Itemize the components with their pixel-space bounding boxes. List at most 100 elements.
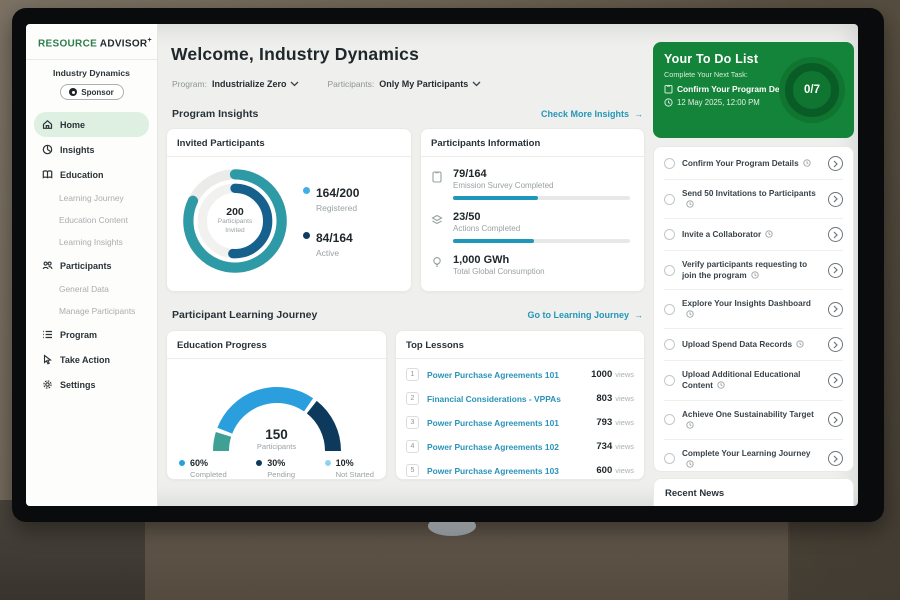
chevron-right-icon [833,376,838,384]
sidebar-item-label: Home [60,120,85,130]
program-dropdown[interactable]: Program: Industrialize Zero [172,79,299,89]
check-more-insights-link[interactable]: Check More Insights → [541,109,643,119]
lightbulb-icon [431,256,443,269]
todo-task-row: Explore Your Insights Dashboard [664,290,843,329]
task-open-button[interactable] [828,451,843,466]
top-lessons-card: Top Lessons 1 Power Purchase Agreements … [395,330,645,480]
lesson-views: 793 [596,417,612,428]
arrow-right-icon: → [634,310,643,320]
legend-label: Completed [190,470,227,479]
sidebar-divider [26,59,157,60]
clock-icon [686,200,694,208]
task-open-button[interactable] [828,302,843,317]
progress-fill [453,196,538,200]
chevron-down-icon [472,81,481,87]
sidebar-item-insights[interactable]: Insights [34,137,149,162]
task-open-button[interactable] [828,412,843,427]
lesson-link[interactable]: Power Purchase Agreements 101 [427,418,596,428]
sponsor-icon [69,88,77,96]
card-title: Invited Participants [177,138,401,149]
legend-label: Pending [267,470,295,479]
task-checkbox[interactable] [664,229,675,240]
invited-donut-chart: 200 ParticipantsInvited [179,165,291,277]
task-open-button[interactable] [828,263,843,278]
task-label: Upload Additional Educational Content [682,370,800,390]
book-icon [42,169,53,180]
sponsor-label: Sponsor [81,88,113,97]
task-open-button[interactable] [828,337,843,352]
participants-icon [42,260,53,271]
stat-label: Emission Survey Completed [453,181,630,190]
card-title: Education Progress [177,340,376,351]
sidebar-item-label: Participants [60,261,112,271]
stat-actions-completed: 23/50 Actions Completed [431,211,634,243]
task-checkbox[interactable] [664,158,675,169]
sidebar-item-label: Program [60,330,97,340]
task-open-button[interactable] [828,192,843,207]
chevron-down-icon [290,81,299,87]
lesson-views: 803 [596,393,612,404]
task-checkbox[interactable] [664,265,675,276]
todo-task-row: Verify participants requesting to join t… [664,251,843,290]
clock-icon [717,381,725,389]
sidebar-item-take-action[interactable]: Take Action [34,347,149,372]
participants-dropdown[interactable]: Participants: Only My Participants [327,79,481,89]
task-checkbox[interactable] [664,339,675,350]
task-checkbox[interactable] [664,304,675,315]
sidebar-item-education-content[interactable]: Education Content [34,209,149,231]
sidebar-item-home[interactable]: Home [34,112,149,137]
todo-task-row: Upload Spend Data Records [664,329,843,361]
task-open-button[interactable] [828,156,843,171]
gauge-center-label: Participants [197,442,357,451]
legend-dot [303,187,310,194]
lesson-link[interactable]: Power Purchase Agreements 101 [427,370,591,380]
todo-tasks-card: Confirm Your Program Details Send 50 Inv… [653,146,854,472]
task-checkbox[interactable] [664,375,675,386]
sidebar-item-label: Learning Journey [59,193,124,203]
task-open-button[interactable] [828,373,843,388]
clock-icon [803,159,811,167]
page-title: Welcome, Industry Dynamics [171,44,419,65]
program-label: Program: [172,79,207,89]
invited-participants-card: Invited Participants 200 ParticipantsInv… [166,128,412,292]
sidebar-item-settings[interactable]: Settings [34,372,149,397]
lesson-link[interactable]: Power Purchase Agreements 102 [427,442,596,452]
lesson-link[interactable]: Financial Considerations - VPPAs [427,394,596,404]
todo-task-row: Complete Your Learning Journey [664,440,843,472]
sidebar-item-learning-insights[interactable]: Learning Insights [34,231,149,253]
stat-global-consumption: 1,000 GWh Total Global Consumption [431,254,634,276]
participants-value: Only My Participants [379,79,468,89]
lesson-link[interactable]: Power Purchase Agreements 103 [427,466,596,476]
sidebar-item-learning-journey[interactable]: Learning Journey [34,187,149,209]
brand-plus: + [147,37,151,44]
sidebar-item-label: Education Content [59,215,128,225]
lesson-views: 600 [596,465,612,476]
task-open-button[interactable] [828,227,843,242]
clock-icon [765,230,773,238]
task-checkbox[interactable] [664,414,675,425]
brand-logo: RESOURCE ADVISOR+ [26,24,157,49]
lesson-views: 1000 [591,369,612,380]
sidebar-item-education[interactable]: Education [34,162,149,187]
task-checkbox[interactable] [664,194,675,205]
go-to-learning-journey-link[interactable]: Go to Learning Journey → [527,310,643,320]
chevron-right-icon [833,416,838,424]
progress-track [453,239,630,243]
views-suffix: views [615,466,634,475]
sponsor-badge[interactable]: Sponsor [60,84,124,100]
sidebar-item-program[interactable]: Program [34,322,149,347]
education-progress-gauge: 150 Participants [197,365,357,451]
sidebar-item-general-data[interactable]: General Data [34,278,149,300]
lesson-rank: 4 [406,440,419,453]
sidebar-item-manage-participants[interactable]: Manage Participants [34,300,149,322]
task-checkbox[interactable] [664,453,675,464]
legend-not-started: 10% Not Started [325,458,374,479]
sidebar-item-participants[interactable]: Participants [34,253,149,278]
legend-label: Registered [316,203,359,213]
task-label: Upload Spend Data Records [682,340,792,349]
todo-task-row: Achieve One Sustainability Target [664,401,843,440]
sidebar-item-label: Take Action [60,355,110,365]
legend-completed: 60% Completed [179,458,227,479]
clock-icon [686,460,694,468]
recent-news-title: Recent News [665,488,842,499]
